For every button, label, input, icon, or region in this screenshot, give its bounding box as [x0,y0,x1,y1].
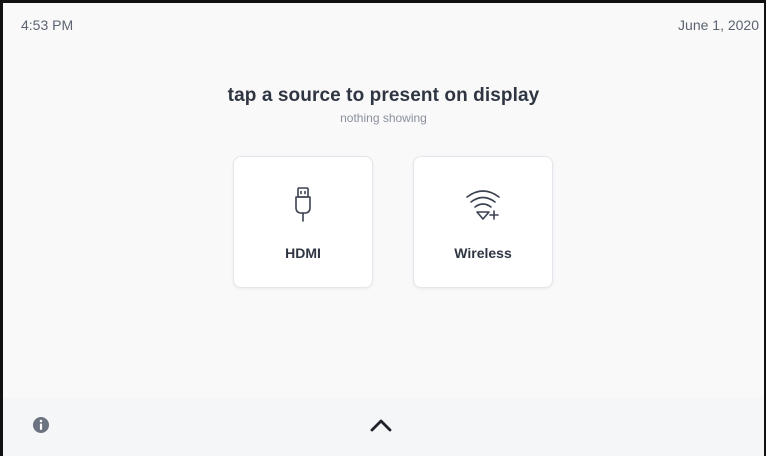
bottom-bar [3,398,764,456]
status-bar: 4:53 PM June 1, 2020 [3,3,764,51]
current-date: June 1, 2020 [678,17,759,33]
page-title: tap a source to present on display [227,85,540,106]
presentation-status: nothing showing [340,111,427,125]
hdmi-source-button[interactable]: HDMI [233,156,373,288]
wireless-source-button[interactable]: Wireless [413,156,553,288]
clock-time: 4:53 PM [21,17,74,33]
wireless-add-icon [466,190,500,220]
info-icon[interactable] [31,415,51,435]
chevron-up-icon[interactable] [367,413,395,437]
source-label-hdmi: HDMI [285,245,321,261]
touch-panel-screen: 4:53 PM June 1, 2020 tap a source to pre… [0,0,766,456]
hdmi-plug-icon [295,187,311,222]
source-label-wireless: Wireless [454,245,512,261]
